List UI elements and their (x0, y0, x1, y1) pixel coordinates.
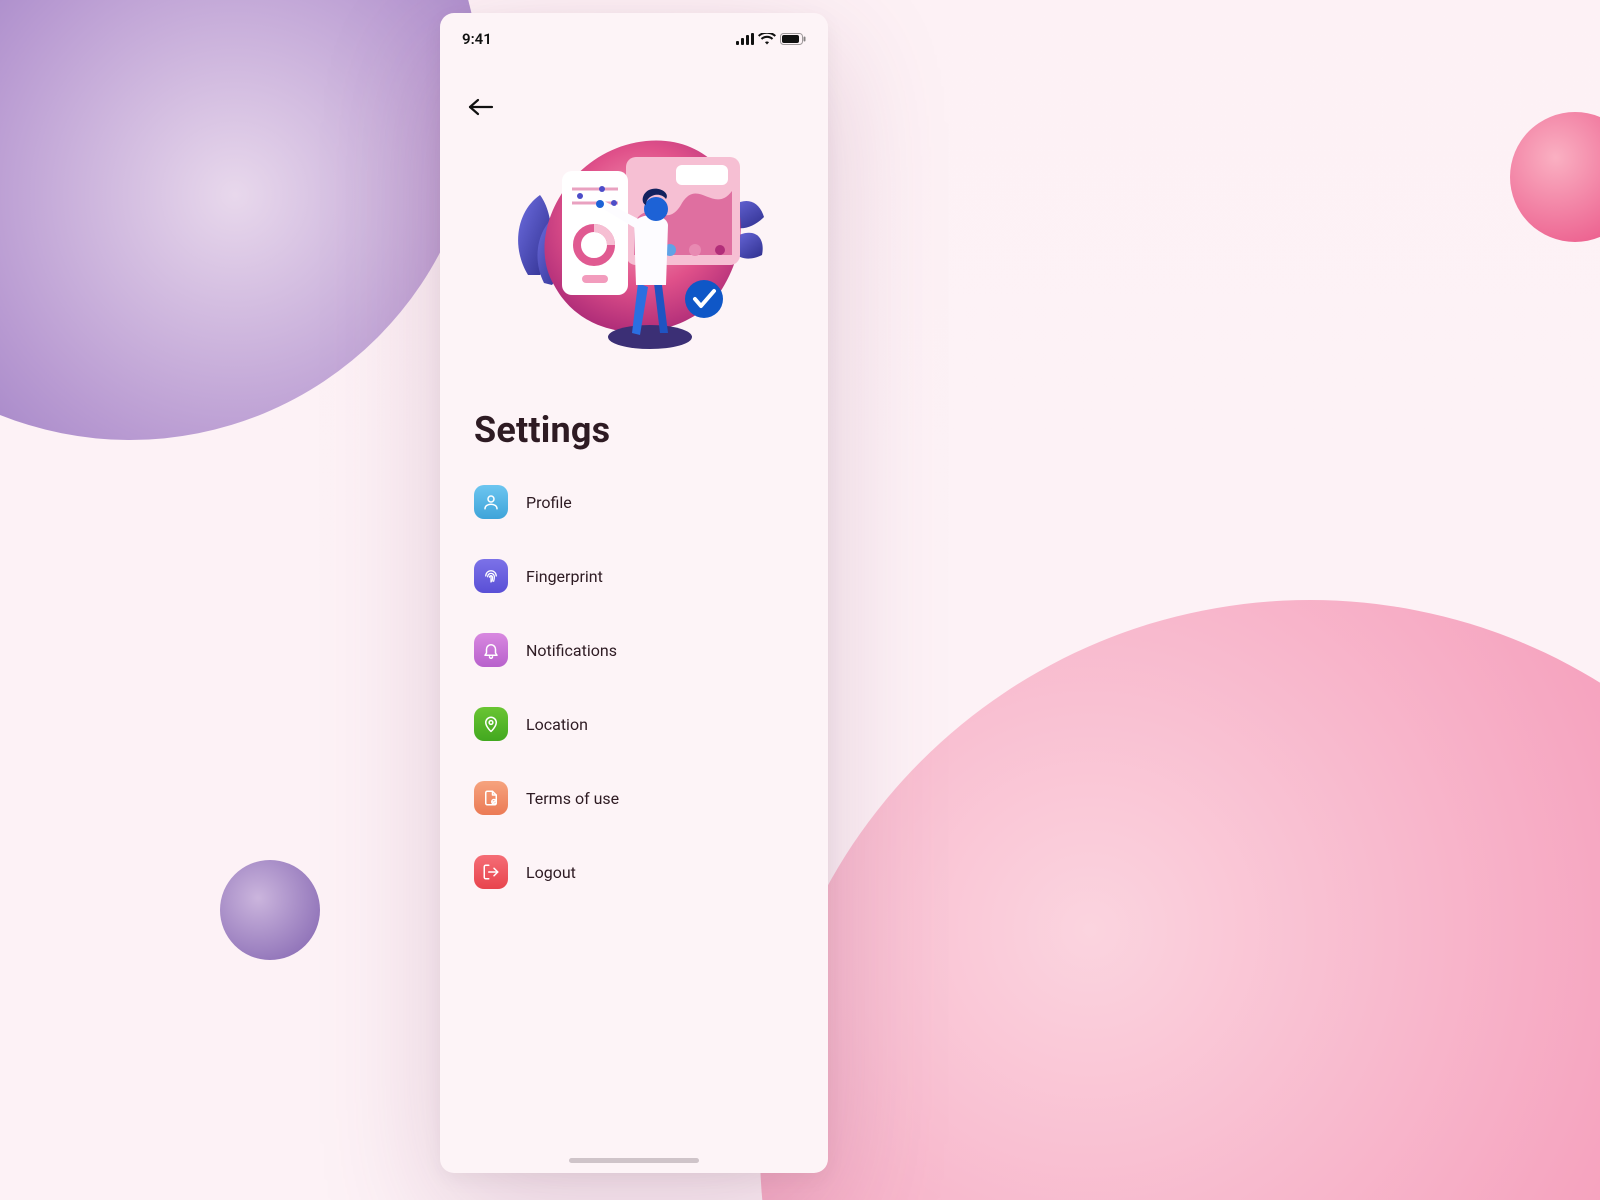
wifi-icon (758, 30, 776, 49)
bell-icon (474, 633, 508, 667)
logout-icon (474, 855, 508, 889)
menu-item-terms[interactable]: Terms of use (440, 761, 828, 835)
cellular-icon (736, 30, 754, 49)
bg-blob-right (1510, 112, 1600, 242)
menu-item-notifications[interactable]: Notifications (440, 613, 828, 687)
home-indicator (569, 1158, 699, 1163)
fingerprint-icon (474, 559, 508, 593)
page-title: Settings (474, 409, 828, 451)
menu-label: Terms of use (526, 789, 619, 808)
bg-blob-bottom-right (760, 600, 1600, 1200)
location-icon (474, 707, 508, 741)
settings-menu: Profile Fingerprint Notifications Locati… (440, 465, 828, 909)
menu-label: Location (526, 715, 588, 734)
phone-frame: 9:41 (440, 13, 828, 1173)
status-bar: 9:41 (440, 13, 828, 55)
menu-label: Profile (526, 493, 572, 512)
hero-illustration (440, 105, 828, 385)
menu-item-location[interactable]: Location (440, 687, 828, 761)
status-indicators (736, 30, 806, 49)
menu-label: Notifications (526, 641, 617, 660)
bg-blob-mid-left (220, 860, 320, 960)
menu-label: Logout (526, 863, 576, 882)
menu-item-logout[interactable]: Logout (440, 835, 828, 909)
status-time: 9:41 (462, 30, 492, 48)
document-icon (474, 781, 508, 815)
user-icon (474, 485, 508, 519)
menu-item-fingerprint[interactable]: Fingerprint (440, 539, 828, 613)
battery-icon (780, 30, 806, 49)
bg-blob-top-left (0, 0, 480, 440)
menu-label: Fingerprint (526, 567, 603, 586)
menu-item-profile[interactable]: Profile (440, 465, 828, 539)
